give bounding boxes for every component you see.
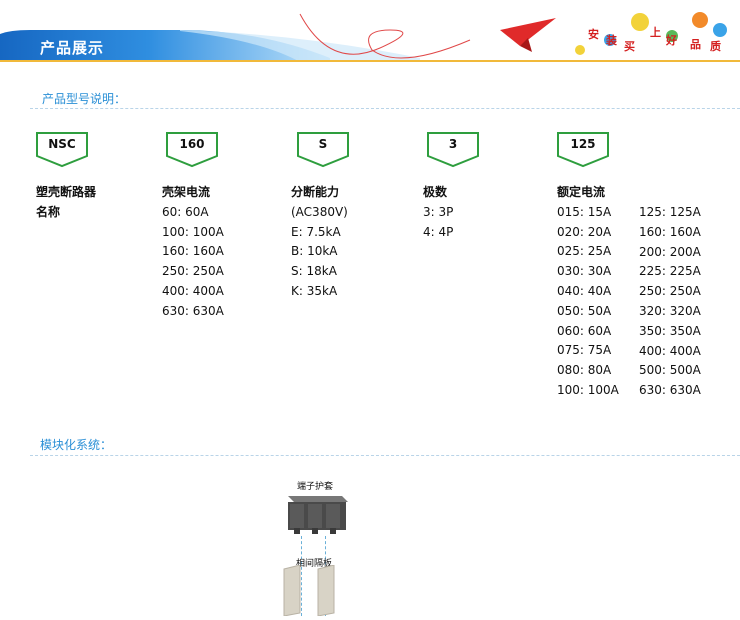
column-line: K: 35kA bbox=[291, 283, 338, 298]
column-breaking-capacity: 分断能力 (AC380V) E: 7.5kA B: 10kA S: 18kA K… bbox=[291, 183, 348, 302]
code-box-breaking: S bbox=[297, 132, 349, 168]
column-line: 040: 40A bbox=[557, 283, 612, 298]
column-line: 400: 400A bbox=[639, 343, 701, 358]
column-heading: 额定电流 bbox=[557, 185, 606, 199]
column-frame-current: 壳架电流 60: 60A 100: 100A 160: 160A 250: 25… bbox=[162, 183, 224, 322]
divider bbox=[30, 455, 740, 456]
column-rated-current: 额定电流 015: 15A 020: 20A 025: 25A 030: 30A… bbox=[557, 183, 619, 401]
column-heading: 塑壳断路器 bbox=[36, 185, 97, 199]
column-heading: 分断能力 bbox=[291, 185, 340, 199]
phase-barrier-image bbox=[282, 564, 362, 620]
code-label: 3 bbox=[448, 137, 458, 151]
slogan-char: 装 bbox=[606, 34, 617, 47]
column-line: B: 10kA bbox=[291, 244, 338, 259]
column-line: 100: 100A bbox=[162, 224, 224, 239]
column-line: 500: 500A bbox=[639, 363, 701, 378]
code-label: S bbox=[318, 137, 328, 151]
slogan-char: 买 bbox=[624, 40, 635, 53]
column-line: E: 7.5kA bbox=[291, 224, 341, 239]
column-line: 630: 630A bbox=[162, 303, 224, 318]
slogan-char: 上 bbox=[650, 26, 661, 39]
column-heading: 壳架电流 bbox=[162, 185, 211, 199]
column-line: (AC380V) bbox=[291, 204, 348, 219]
column-line: 160: 160A bbox=[639, 224, 701, 239]
code-label: 160 bbox=[179, 137, 205, 151]
column-line: S: 18kA bbox=[291, 264, 337, 279]
column-name: 塑壳断路器 名称 bbox=[36, 183, 96, 223]
slogan-char: 品 bbox=[690, 38, 701, 51]
column-line: 200: 200A bbox=[639, 244, 701, 259]
column-line: 075: 75A bbox=[557, 343, 612, 358]
column-line: 160: 160A bbox=[162, 244, 224, 259]
header-banner: 产品展示 安 装 买 上 好 品 质 bbox=[0, 0, 740, 62]
column-line: 015: 15A bbox=[557, 204, 612, 219]
code-box-rated: 125 bbox=[557, 132, 609, 168]
slogan-char: 好 bbox=[666, 34, 677, 47]
code-label: 125 bbox=[570, 137, 596, 151]
column-line: 060: 60A bbox=[557, 323, 612, 338]
code-label: NSC bbox=[48, 137, 76, 151]
column-line: 020: 20A bbox=[557, 224, 612, 239]
code-box-poles: 3 bbox=[427, 132, 479, 168]
column-line: 400: 400A bbox=[162, 283, 224, 298]
column-line: 250: 250A bbox=[162, 264, 224, 279]
module-section-title: 模块化系统： bbox=[40, 438, 113, 452]
page-title: 产品展示 bbox=[40, 39, 105, 57]
slogan-char: 安 bbox=[588, 28, 599, 41]
divider bbox=[30, 108, 740, 109]
column-line: 125: 125A bbox=[639, 205, 701, 219]
column-rated-current-2: 125: 125A 160: 160A 200: 200A 225: 225A … bbox=[639, 203, 701, 401]
terminal-cover-image bbox=[284, 490, 350, 540]
column-line: 350: 350A bbox=[639, 323, 701, 338]
column-poles: 极数 3: 3P 4: 4P bbox=[423, 183, 453, 242]
slogan-char: 质 bbox=[710, 40, 721, 53]
column-line: 320: 320A bbox=[639, 303, 701, 318]
column-line: 030: 30A bbox=[557, 264, 612, 279]
model-section-title: 产品型号说明： bbox=[42, 92, 127, 106]
column-line: 60: 60A bbox=[162, 204, 209, 219]
column-line: 名称 bbox=[36, 204, 61, 219]
column-heading: 极数 bbox=[423, 185, 448, 199]
column-line: 080: 80A bbox=[557, 363, 612, 378]
column-line: 050: 50A bbox=[557, 303, 612, 318]
column-line: 3: 3P bbox=[423, 204, 454, 219]
column-line: 630: 630A bbox=[639, 383, 701, 398]
column-line: 025: 25A bbox=[557, 244, 612, 259]
code-box-name: NSC bbox=[36, 132, 88, 168]
code-box-frame: 160 bbox=[166, 132, 218, 168]
column-line: 100: 100A bbox=[557, 382, 619, 397]
column-line: 225: 225A bbox=[639, 264, 701, 279]
column-line: 250: 250A bbox=[639, 284, 701, 299]
column-line: 4: 4P bbox=[423, 224, 454, 239]
